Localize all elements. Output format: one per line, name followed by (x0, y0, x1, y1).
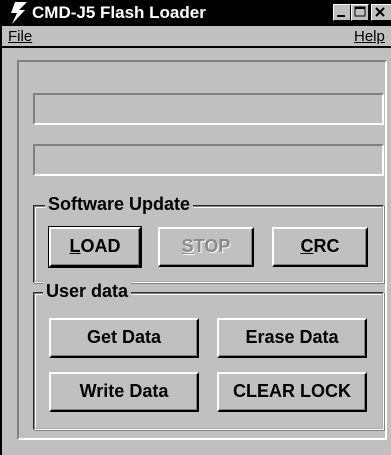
stop-label: TOP (193, 236, 231, 256)
app-window: CMD-J5 Flash Loader File Help Software U… (0, 0, 391, 455)
status-field-1 (33, 93, 384, 125)
menu-file[interactable]: File (8, 28, 32, 46)
write-data-button[interactable]: Write Data (49, 372, 199, 412)
clear-lock-button[interactable]: CLEAR LOCK (217, 372, 367, 412)
crc-accel: C (300, 236, 314, 256)
close-button[interactable] (371, 4, 391, 21)
status-field-2 (33, 144, 384, 176)
minimize-button[interactable] (333, 4, 351, 21)
load-accel: L (69, 236, 81, 256)
crc-label: RC (313, 236, 340, 256)
window-title: CMD-J5 Flash Loader (32, 3, 206, 22)
software-update-label: Software Update (45, 193, 194, 215)
software-update-group: Software Update LOAD STOP CRC (33, 193, 384, 283)
stop-accel: S (181, 236, 194, 256)
crc-button[interactable]: CRC (272, 227, 368, 267)
menu-bar: File Help (2, 26, 391, 48)
user-data-group: User data Get Data Erase Data Write Data… (33, 280, 384, 430)
title-bar[interactable]: CMD-J5 Flash Loader (2, 0, 391, 26)
load-label: OAD (80, 236, 121, 256)
menu-help[interactable]: Help (354, 28, 385, 46)
user-data-label: User data (43, 280, 132, 302)
load-button[interactable]: LOAD (48, 226, 142, 268)
maximize-button[interactable] (351, 4, 369, 21)
lightning-bolt-icon (11, 2, 27, 24)
get-data-button[interactable]: Get Data (49, 318, 199, 358)
erase-data-button[interactable]: Erase Data (217, 318, 367, 358)
close-icon (375, 7, 385, 17)
stop-button[interactable]: STOP (158, 227, 254, 267)
minimize-icon (337, 15, 345, 17)
maximize-icon (354, 6, 366, 17)
